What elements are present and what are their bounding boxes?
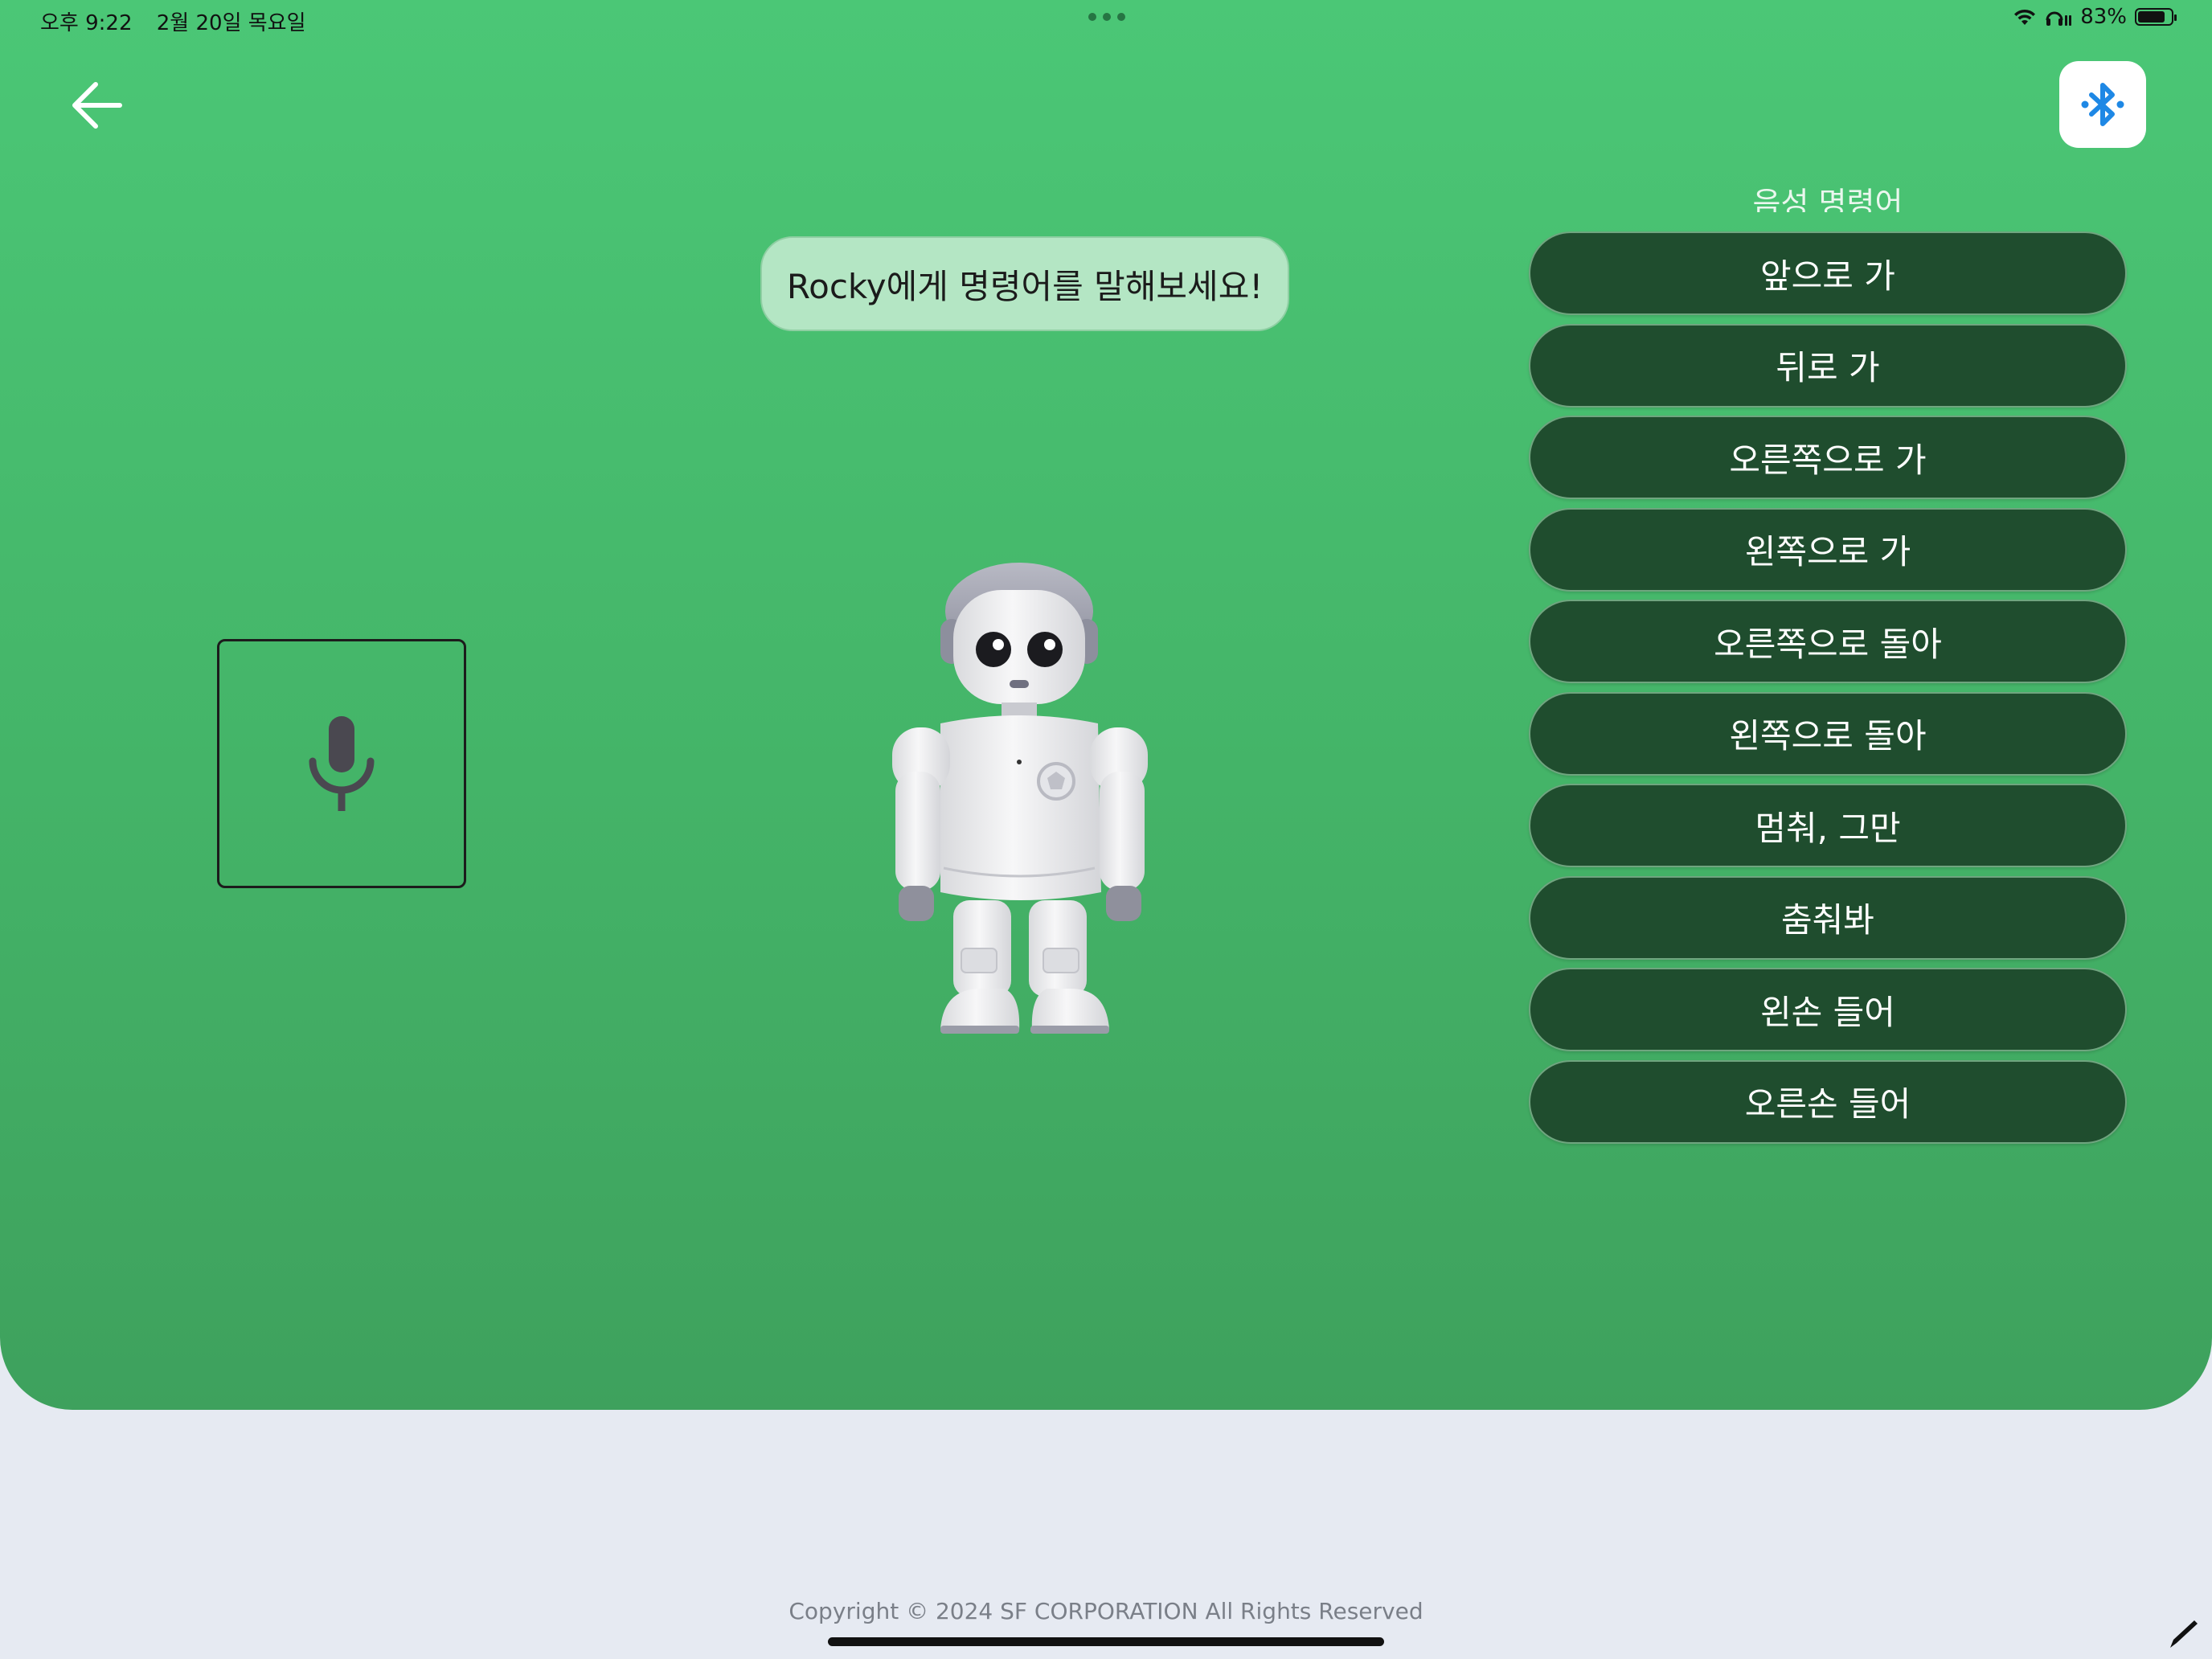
bluetooth-button[interactable] <box>2059 61 2146 148</box>
command-button[interactable]: 춤춰봐 <box>1529 875 2127 960</box>
headphones-icon <box>2046 11 2072 26</box>
battery-percent: 83% <box>2080 5 2127 29</box>
microphone-icon <box>309 716 375 811</box>
command-button[interactable]: 뒤로 가 <box>1529 323 2127 408</box>
command-button-label: 오른쪽으로 가 <box>1729 440 1927 480</box>
command-button[interactable]: 왼쪽으로 가 <box>1529 507 2127 592</box>
command-button-label: 오른쪽으로 돌아 <box>1714 624 1942 664</box>
command-button-label: 왼쪽으로 돌아 <box>1729 716 1927 756</box>
status-bar-right: 83% <box>2013 5 2177 29</box>
command-button[interactable]: 오른쪽으로 가 <box>1529 416 2127 499</box>
wifi-icon <box>2014 9 2036 25</box>
command-button-label: 멈춰, 그만 <box>1755 808 1901 848</box>
commands-list: 앞으로 가뒤로 가오른쪽으로 가왼쪽으로 가오른쪽으로 돌아왼쪽으로 돌아멈춰,… <box>1529 231 2127 1152</box>
copyright-text: Copyright © 2024 SF CORPORATION All Righ… <box>789 1598 1423 1624</box>
robot-image <box>892 563 1148 1034</box>
back-button[interactable] <box>63 71 132 140</box>
status-time: 오후 9:22 <box>40 11 133 35</box>
status-bar-left: 오후 9:22 2월 20일 목요일 <box>40 6 324 36</box>
battery-fill <box>2138 11 2165 23</box>
arrow-left-icon <box>72 82 122 129</box>
command-button[interactable]: 왼손 들어 <box>1529 968 2127 1051</box>
command-button[interactable]: 왼쪽으로 돌아 <box>1529 691 2127 776</box>
command-button-label: 왼쪽으로 가 <box>1744 532 1911 571</box>
status-date: 2월 20일 목요일 <box>156 11 306 35</box>
microphone-button[interactable] <box>217 639 466 888</box>
battery-icon <box>2135 8 2177 26</box>
command-button-label: 춤춰봐 <box>1781 900 1874 940</box>
command-button[interactable]: 오른손 들어 <box>1529 1059 2127 1144</box>
command-button[interactable]: 멈춰, 그만 <box>1529 784 2127 867</box>
app-screen: 오후 9:22 2월 20일 목요일 83% Rocky에게 명령어를 말해보세… <box>0 0 2212 1659</box>
command-button[interactable]: 오른쪽으로 돌아 <box>1529 600 2127 683</box>
command-button-label: 앞으로 가 <box>1760 256 1895 296</box>
bluetooth-icon <box>2081 83 2124 126</box>
pencil-icon[interactable] <box>2165 1616 2201 1651</box>
command-button-label: 왼손 들어 <box>1760 992 1895 1032</box>
command-button-label: 오른손 들어 <box>1744 1084 1911 1124</box>
prompt-bubble: Rocky에게 명령어를 말해보세요! <box>760 236 1289 331</box>
commands-title: 음성 명령어 <box>1752 186 1903 212</box>
prompt-text: Rocky에게 명령어를 말해보세요! <box>786 266 1264 306</box>
main-panel: 오후 9:22 2월 20일 목요일 83% Rocky에게 명령어를 말해보세… <box>0 0 2212 1410</box>
command-button-label: 뒤로 가 <box>1776 348 1880 387</box>
home-indicator[interactable] <box>828 1637 1384 1646</box>
command-button[interactable]: 앞으로 가 <box>1529 231 2127 315</box>
multitasking-dots-icon[interactable] <box>1088 13 1125 21</box>
